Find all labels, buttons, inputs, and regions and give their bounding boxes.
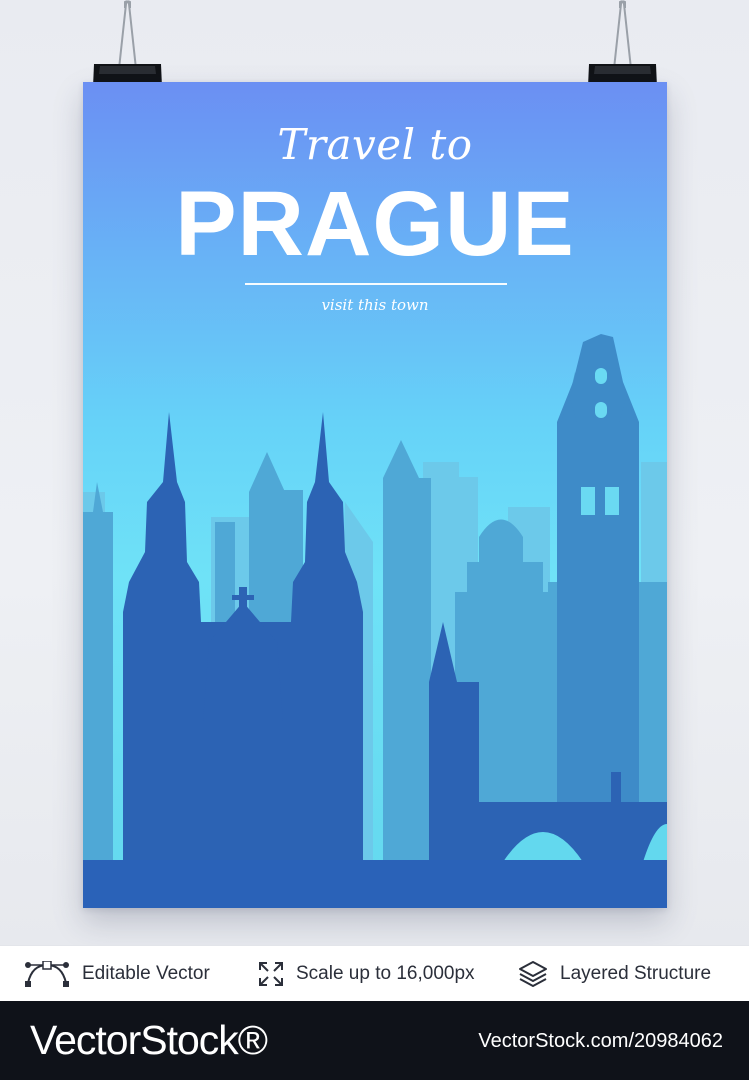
footer-bar: VectorStock® VectorStock.com/20984062 <box>0 1001 749 1080</box>
feature-label: Scale up to 16,000px <box>296 963 475 984</box>
feature-scale: Scale up to 16,000px <box>258 946 475 1002</box>
poster-kicker: Travel to <box>277 120 473 169</box>
poster-tagline: visit this town <box>321 296 429 314</box>
feature-label: Layered Structure <box>560 963 712 984</box>
layers-icon <box>519 961 547 987</box>
feature-layered: Layered Structure <box>518 946 711 1002</box>
expand-arrows-icon <box>259 962 283 986</box>
poster-city-title: PRAGUE <box>175 173 575 275</box>
travel-poster: Travel to PRAGUE visit this town <box>83 82 667 908</box>
bezier-curve-icon <box>25 961 69 987</box>
brand-logo: VectorStock® <box>30 1017 268 1063</box>
feature-editable-vector: Editable Vector <box>24 946 210 1002</box>
image-id-text: VectorStock.com/20984062 <box>478 1030 723 1052</box>
feature-bar: Editable Vector Scale up to 16,000px Lay… <box>0 945 749 1001</box>
feature-label: Editable Vector <box>82 963 210 984</box>
title-divider <box>245 283 507 285</box>
